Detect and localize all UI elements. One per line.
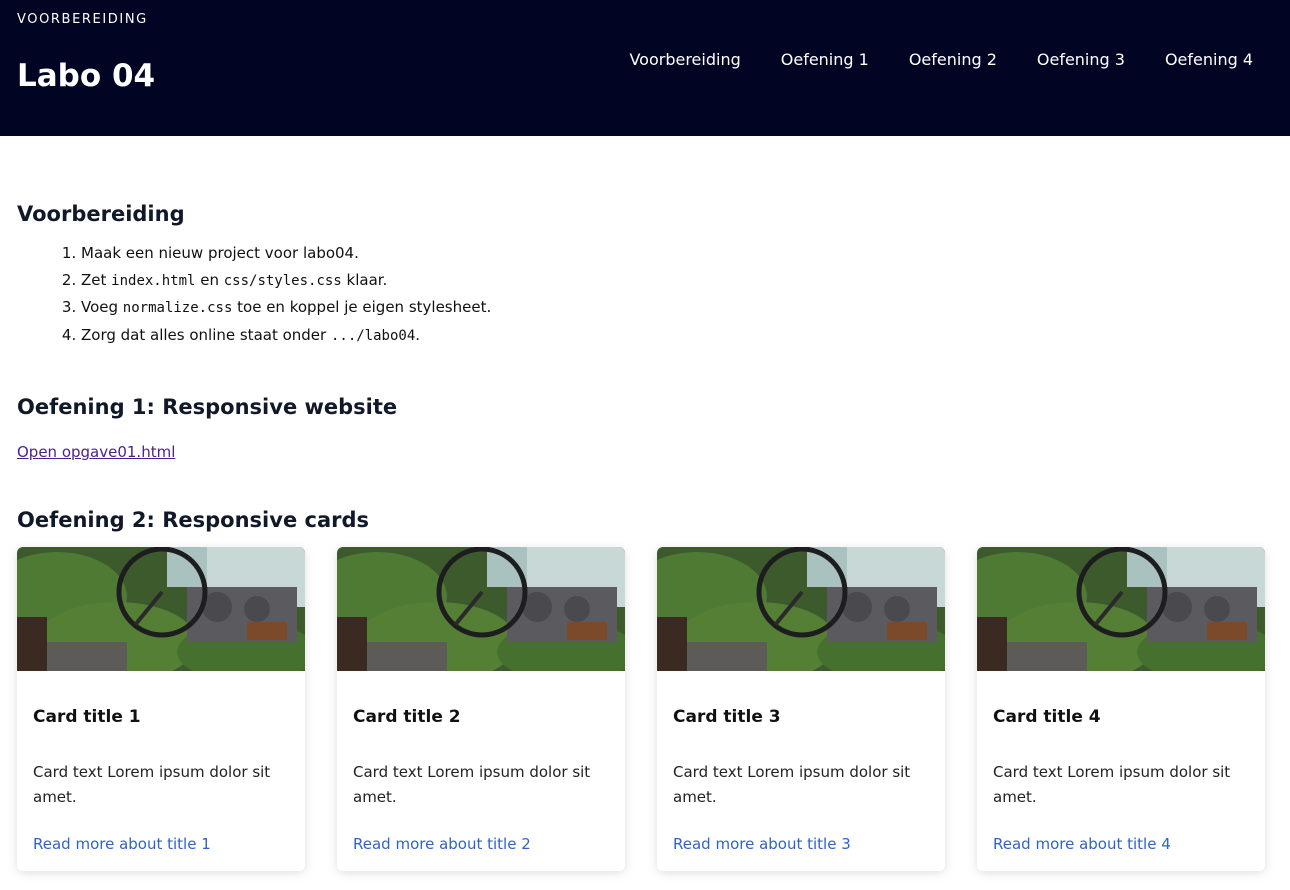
card: Card title 2 Card text Lorem ipsum dolor… xyxy=(337,547,625,871)
section-title-oefening-2: Oefening 2: Responsive cards xyxy=(17,508,370,532)
card-body: Card title 4 Card text Lorem ipsum dolor… xyxy=(977,707,1265,810)
nav-link-oefening-2[interactable]: Oefening 2 xyxy=(909,50,997,69)
card-text: Card text Lorem ipsum dolor sit amet. xyxy=(673,763,911,806)
step-code: index.html xyxy=(111,272,196,289)
card-text: Card text Lorem ipsum dolor sit amet. xyxy=(353,763,591,806)
main-content: Voorbereiding Maak een nieuw project voo… xyxy=(0,202,1290,871)
card-text: Card text Lorem ipsum dolor sit amet. xyxy=(993,763,1231,806)
step-code: normalize.css xyxy=(122,300,233,316)
card-read-more-link[interactable]: Read more about title 1 xyxy=(33,835,211,853)
card-body: Card title 1 Card text Lorem ipsum dolor… xyxy=(17,707,305,810)
card-read-more-link[interactable]: Read more about title 3 xyxy=(673,835,851,853)
cards-grid: Card title 1 Card text Lorem ipsum dolor… xyxy=(17,547,1273,871)
header-eyebrow: VOORBEREIDING xyxy=(17,12,148,27)
card-body: Card title 2 Card text Lorem ipsum dolor… xyxy=(337,707,625,810)
step-code: css/styles.css xyxy=(223,272,342,289)
section-title-oefening-1: Oefening 1: Responsive website xyxy=(17,395,398,419)
step-item: Maak een nieuw project voor labo04. xyxy=(81,240,1273,267)
card-image xyxy=(977,547,1265,671)
step-text: klaar. xyxy=(341,270,388,289)
card: Card title 1 Card text Lorem ipsum dolor… xyxy=(17,547,305,871)
card-body: Card title 3 Card text Lorem ipsum dolor… xyxy=(657,707,945,810)
nav-link-voorbereiding[interactable]: Voorbereiding xyxy=(629,50,740,69)
step-text: Zorg dat alles online staat onder xyxy=(81,325,331,344)
main-nav: Voorbereiding Oefening 1 Oefening 2 Oefe… xyxy=(629,50,1253,69)
card-image xyxy=(337,547,625,671)
step-item: Voeg normalize.css toe en koppel je eige… xyxy=(81,294,1273,322)
nav-link-oefening-4[interactable]: Oefening 4 xyxy=(1165,50,1253,69)
card-read-more-link[interactable]: Read more about title 4 xyxy=(993,835,1171,853)
card: Card title 4 Card text Lorem ipsum dolor… xyxy=(977,547,1265,871)
step-item: Zet index.html en css/styles.css klaar. xyxy=(81,267,1273,295)
card-image xyxy=(17,547,305,671)
page-title: Labo 04 xyxy=(17,58,156,94)
card-title: Card title 2 xyxy=(353,707,461,727)
step-text: en xyxy=(195,270,224,289)
card-title: Card title 3 xyxy=(673,707,781,727)
opgave01-link[interactable]: Open opgave01.html xyxy=(17,443,175,461)
card-title: Card title 4 xyxy=(993,707,1101,727)
section-title-voorbereiding: Voorbereiding xyxy=(17,202,185,226)
site-header: VOORBEREIDING Labo 04 Voorbereiding Oefe… xyxy=(0,0,1290,136)
card-read-more-link[interactable]: Read more about title 2 xyxy=(353,835,531,853)
step-code: .../labo04 xyxy=(330,327,416,344)
nav-link-oefening-3[interactable]: Oefening 3 xyxy=(1037,50,1125,69)
card: Card title 3 Card text Lorem ipsum dolor… xyxy=(657,547,945,871)
step-text: Voeg xyxy=(81,298,123,316)
card-title: Card title 1 xyxy=(33,707,141,727)
nav-link-oefening-1[interactable]: Oefening 1 xyxy=(781,50,869,69)
steps-list: Maak een nieuw project voor labo04. Zet … xyxy=(81,240,1273,349)
step-text: . xyxy=(415,325,421,344)
step-text: toe en koppel je eigen stylesheet. xyxy=(232,298,492,316)
step-item: Zorg dat alles online staat onder .../la… xyxy=(81,322,1273,350)
step-text: Maak een nieuw project voor labo04. xyxy=(81,244,359,262)
card-image xyxy=(657,547,945,671)
card-text: Card text Lorem ipsum dolor sit amet. xyxy=(33,763,271,806)
step-text: Zet xyxy=(81,270,112,289)
